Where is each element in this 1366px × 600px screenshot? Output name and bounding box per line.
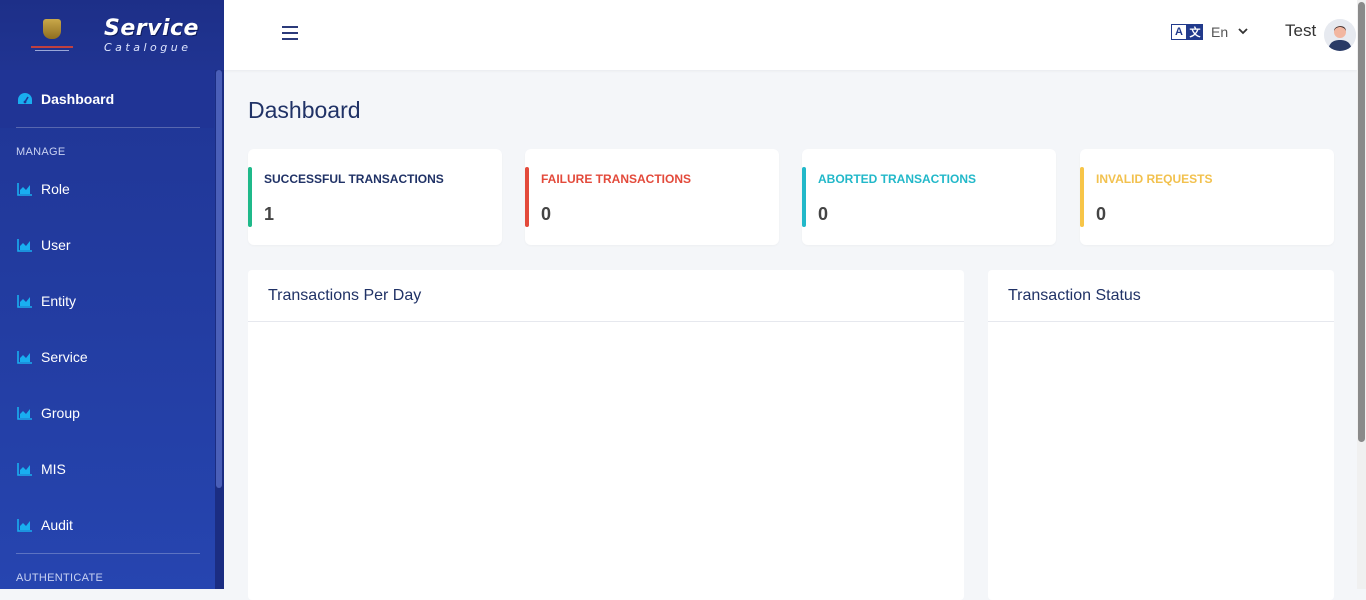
section-label-authenticate: AUTHENTICATE	[16, 572, 104, 584]
sidebar-item-audit[interactable]: Audit	[0, 505, 214, 545]
card-value: 0	[541, 204, 552, 224]
panel-title: Transaction Status	[1008, 287, 1141, 304]
language-label: En	[1211, 24, 1229, 40]
sidebar-divider	[16, 127, 200, 128]
sidebar-item-label: Entity	[41, 293, 77, 309]
panel-transactions-per-day: Transactions Per Day	[248, 270, 964, 600]
card-failure-transactions: FAILURE TRANSACTIONS 0	[525, 149, 779, 245]
sidebar-item-label: Dashboard	[41, 91, 115, 107]
emblem-logo	[30, 13, 74, 57]
falcon-emblem-icon	[43, 19, 61, 39]
card-value: 0	[818, 204, 829, 224]
brand-subtitle: Catalogue	[104, 40, 192, 54]
sidebar-item-label: User	[41, 237, 71, 253]
chart-area-icon	[17, 182, 33, 196]
sidebar-divider	[16, 553, 200, 554]
card-aborted-transactions: ABORTED TRANSACTIONS 0	[802, 149, 1056, 245]
card-invalid-requests: INVALID REQUESTS 0	[1080, 149, 1334, 245]
card-value: 0	[1096, 204, 1107, 224]
language-selector[interactable]: A 文 En	[1171, 24, 1248, 40]
chart-area-icon	[17, 238, 33, 252]
sidebar-item-user[interactable]: User	[0, 225, 214, 265]
sidebar-item-entity[interactable]: Entity	[0, 281, 214, 321]
sidebar-item-label: Role	[41, 181, 70, 197]
sidebar-item-label: Audit	[41, 517, 73, 533]
sidebar-item-group[interactable]: Group	[0, 393, 214, 433]
card-title: ABORTED TRANSACTIONS	[818, 172, 976, 186]
hamburger-icon[interactable]	[282, 26, 298, 40]
chart-area-icon	[17, 406, 33, 420]
card-accent-bar	[802, 167, 806, 227]
page-scrollbar-thumb[interactable]	[1358, 2, 1365, 442]
sidebar: Service Catalogue Dashboard MANAGE Role …	[0, 0, 224, 589]
card-title: INVALID REQUESTS	[1096, 172, 1213, 186]
user-name[interactable]: Test	[1285, 21, 1316, 41]
sidebar-scrollbar-thumb[interactable]	[216, 70, 222, 488]
section-label-manage: MANAGE	[16, 146, 66, 158]
card-value: 1	[264, 204, 275, 224]
sidebar-item-dashboard[interactable]: Dashboard	[0, 70, 214, 128]
card-accent-bar	[1080, 167, 1084, 227]
chart-area-icon	[17, 518, 33, 532]
card-title: SUCCESSFUL TRANSACTIONS	[264, 172, 444, 186]
sidebar-item-label: Group	[41, 405, 80, 421]
chevron-down-icon	[1238, 26, 1248, 38]
panel-title: Transactions Per Day	[268, 287, 422, 304]
avatar[interactable]	[1324, 19, 1356, 51]
sidebar-item-label: Service	[41, 349, 88, 365]
sidebar-item-service[interactable]: Service	[0, 337, 214, 377]
brand-title: Service	[104, 15, 199, 41]
card-accent-bar	[525, 167, 529, 227]
card-successful-transactions: SUCCESSFUL TRANSACTIONS 1	[248, 149, 502, 245]
brand-logo-text: Service Catalogue	[104, 15, 199, 54]
panel-transaction-status: Transaction Status	[988, 270, 1334, 600]
chart-area-icon	[17, 350, 33, 364]
topbar: A 文 En Test	[224, 0, 1357, 70]
sidebar-item-mis[interactable]: MIS	[0, 449, 214, 489]
card-accent-bar	[248, 167, 252, 227]
translate-icon: A 文	[1171, 24, 1203, 40]
sidebar-item-label: MIS	[41, 461, 66, 477]
dashboard-icon	[17, 92, 33, 106]
chart-area-icon	[17, 462, 33, 476]
chart-area-icon	[17, 294, 33, 308]
brand[interactable]: Service Catalogue	[0, 0, 224, 70]
page-title: Dashboard	[248, 97, 361, 123]
sidebar-item-role[interactable]: Role	[0, 169, 214, 209]
card-title: FAILURE TRANSACTIONS	[541, 172, 691, 186]
